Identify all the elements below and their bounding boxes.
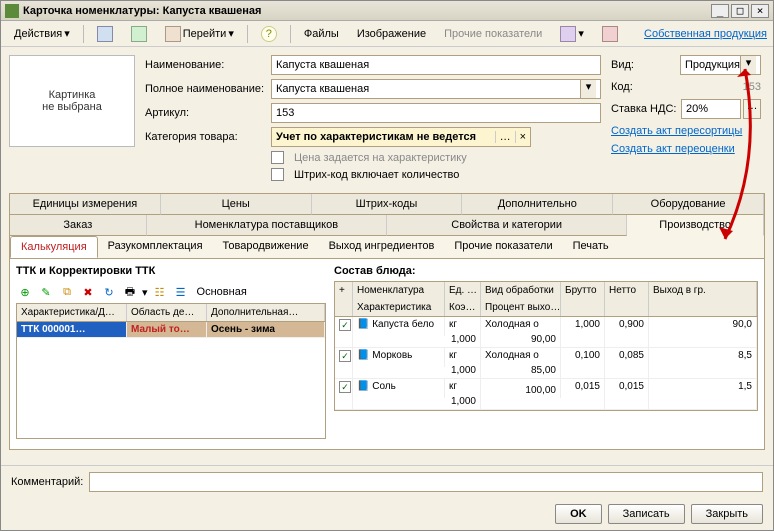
dish-row[interactable]: ✓📘 Капуста белокг1,000Холодная о90,001,0… — [335, 317, 757, 348]
ok-button[interactable]: OK — [555, 504, 602, 524]
ttk-grid[interactable]: Характеристика/Д… Область де… Дополнител… — [16, 303, 326, 439]
tab-properties[interactable]: Свойства и категории — [387, 215, 627, 236]
tree-icon[interactable]: ☷ — [151, 283, 169, 301]
category-select[interactable]: Учет по характеристикам не ведется … × — [271, 127, 531, 147]
tab-production[interactable]: Производство — [627, 215, 764, 236]
goto-button[interactable]: Перейти ▾ — [158, 23, 241, 45]
add-icon[interactable]: ⊕ — [16, 283, 34, 301]
maximize-button[interactable]: □ — [731, 4, 749, 18]
tab-additional[interactable]: Дополнительно — [462, 194, 613, 215]
price-by-char-label: Цена задается на характеристику — [294, 152, 467, 164]
toolbar: Действия ▾ Перейти ▾ ? Файлы Изображение… — [1, 21, 773, 47]
files-button[interactable]: Файлы — [297, 25, 346, 43]
vat-select[interactable]: 20% — [681, 99, 741, 119]
act-reval-link[interactable]: Создать акт переоценки — [611, 143, 735, 155]
minimize-button[interactable]: _ — [711, 4, 729, 18]
price-by-char-checkbox[interactable] — [271, 151, 284, 164]
main-ttk-label: Основная — [197, 286, 247, 298]
category-label: Категория товара: — [145, 131, 265, 143]
article-input[interactable] — [271, 103, 601, 123]
check-icon[interactable]: ✓ — [339, 319, 351, 331]
ttk-title: ТТК и Корректировки ТТК — [16, 265, 326, 277]
check-icon[interactable]: ✓ — [339, 381, 351, 393]
tab-equipment[interactable]: Оборудование — [613, 194, 764, 215]
copy-icon[interactable]: ⧉ — [58, 283, 76, 301]
vat-more-button[interactable]: … — [743, 99, 761, 119]
toolbar-btn-1[interactable] — [90, 23, 120, 45]
edit-icon[interactable]: ✎ — [37, 283, 55, 301]
type-select[interactable]: Продукция▾ — [680, 55, 761, 75]
print-icon[interactable]: 🖶 — [121, 283, 139, 301]
other-indicators-button[interactable]: Прочие показатели — [437, 25, 549, 43]
type-label: Вид: — [611, 59, 680, 71]
subtab-other[interactable]: Прочие показатели — [444, 236, 562, 258]
subtab-decomposition[interactable]: Разукомплектация — [98, 236, 213, 258]
chevron-down-icon: ▾ — [64, 27, 70, 40]
list-icon[interactable]: ☰ — [172, 283, 190, 301]
app-icon — [5, 4, 19, 18]
fullname-label: Полное наименование: — [145, 83, 265, 95]
tab-barcodes[interactable]: Штрих-коды — [312, 194, 463, 215]
dish-row[interactable]: ✓📘 Морковькг1,000Холодная о85,000,1000,0… — [335, 348, 757, 379]
tab-suppliers[interactable]: Номенклатура поставщиков — [147, 215, 387, 236]
actions-button[interactable]: Действия ▾ — [7, 24, 77, 43]
chevron-down-icon[interactable]: ▾ — [580, 80, 596, 98]
dish-row[interactable]: ✓📘 Солькг1,000100,000,0150,0151,5 — [335, 379, 757, 410]
barcode-qty-label: Штрих-код включает количество — [294, 169, 459, 181]
toolbar-btn-4[interactable] — [595, 23, 625, 45]
sub-tabs: Калькуляция Разукомплектация Товародвиже… — [10, 236, 764, 259]
name-input[interactable] — [271, 55, 601, 75]
save-button[interactable]: Записать — [608, 504, 685, 524]
close-window-button[interactable]: Закрыть — [691, 504, 763, 524]
subtab-print[interactable]: Печать — [563, 236, 619, 258]
code-label: Код: — [611, 81, 681, 93]
subtab-calculation[interactable]: Калькуляция — [10, 236, 98, 258]
comment-label: Комментарий: — [11, 476, 83, 488]
clear-icon[interactable]: × — [515, 131, 530, 143]
image-placeholder[interactable]: Картинка не выбрана — [9, 55, 135, 147]
toolbar-btn-2[interactable] — [124, 23, 154, 45]
check-icon[interactable]: ✓ — [339, 350, 351, 362]
window-title: Карточка номенклатуры: Капуста квашеная — [23, 5, 711, 17]
toolbar-btn-3[interactable]: ▾ — [553, 23, 591, 45]
outer-tabs-row2: Заказ Номенклатура поставщиков Свойства … — [10, 215, 764, 236]
close-button[interactable]: × — [751, 4, 769, 18]
barcode-qty-checkbox[interactable] — [271, 168, 284, 181]
code-value: 153 — [681, 81, 761, 93]
tab-units[interactable]: Единицы измерения — [10, 194, 161, 215]
name-label: Наименование: — [145, 59, 265, 71]
refresh-icon[interactable]: ↻ — [100, 283, 118, 301]
ttk-row[interactable]: ТТК 000001… Малый то… Осень - зима — [17, 322, 325, 338]
outer-tabs-row1: Единицы измерения Цены Штрих-коды Дополн… — [10, 194, 764, 215]
vat-label: Ставка НДС: — [611, 103, 681, 115]
image-button[interactable]: Изображение — [350, 25, 433, 43]
dish-title: Состав блюда: — [334, 265, 758, 277]
article-label: Артикул: — [145, 107, 265, 119]
own-production-link[interactable]: Собственная продукция — [644, 28, 767, 40]
tab-order[interactable]: Заказ — [10, 215, 147, 236]
help-button[interactable]: ? — [254, 23, 284, 45]
subtab-ingredients-out[interactable]: Выход ингредиентов — [319, 236, 445, 258]
tab-prices[interactable]: Цены — [161, 194, 312, 215]
act-resort-link[interactable]: Создать акт пересортицы — [611, 125, 742, 137]
chevron-down-icon[interactable]: ▾ — [740, 56, 756, 74]
comment-input[interactable] — [89, 472, 763, 492]
fullname-select[interactable]: Капуста квашеная▾ — [271, 79, 601, 99]
ellipsis-icon[interactable]: … — [495, 131, 515, 143]
dish-grid[interactable]: + Номенклатура Характеристика Ед. … Коэ…… — [334, 281, 758, 411]
subtab-movement[interactable]: Товародвижение — [213, 236, 319, 258]
titlebar: Карточка номенклатуры: Капуста квашеная … — [1, 1, 773, 21]
delete-icon[interactable]: ✖ — [79, 283, 97, 301]
